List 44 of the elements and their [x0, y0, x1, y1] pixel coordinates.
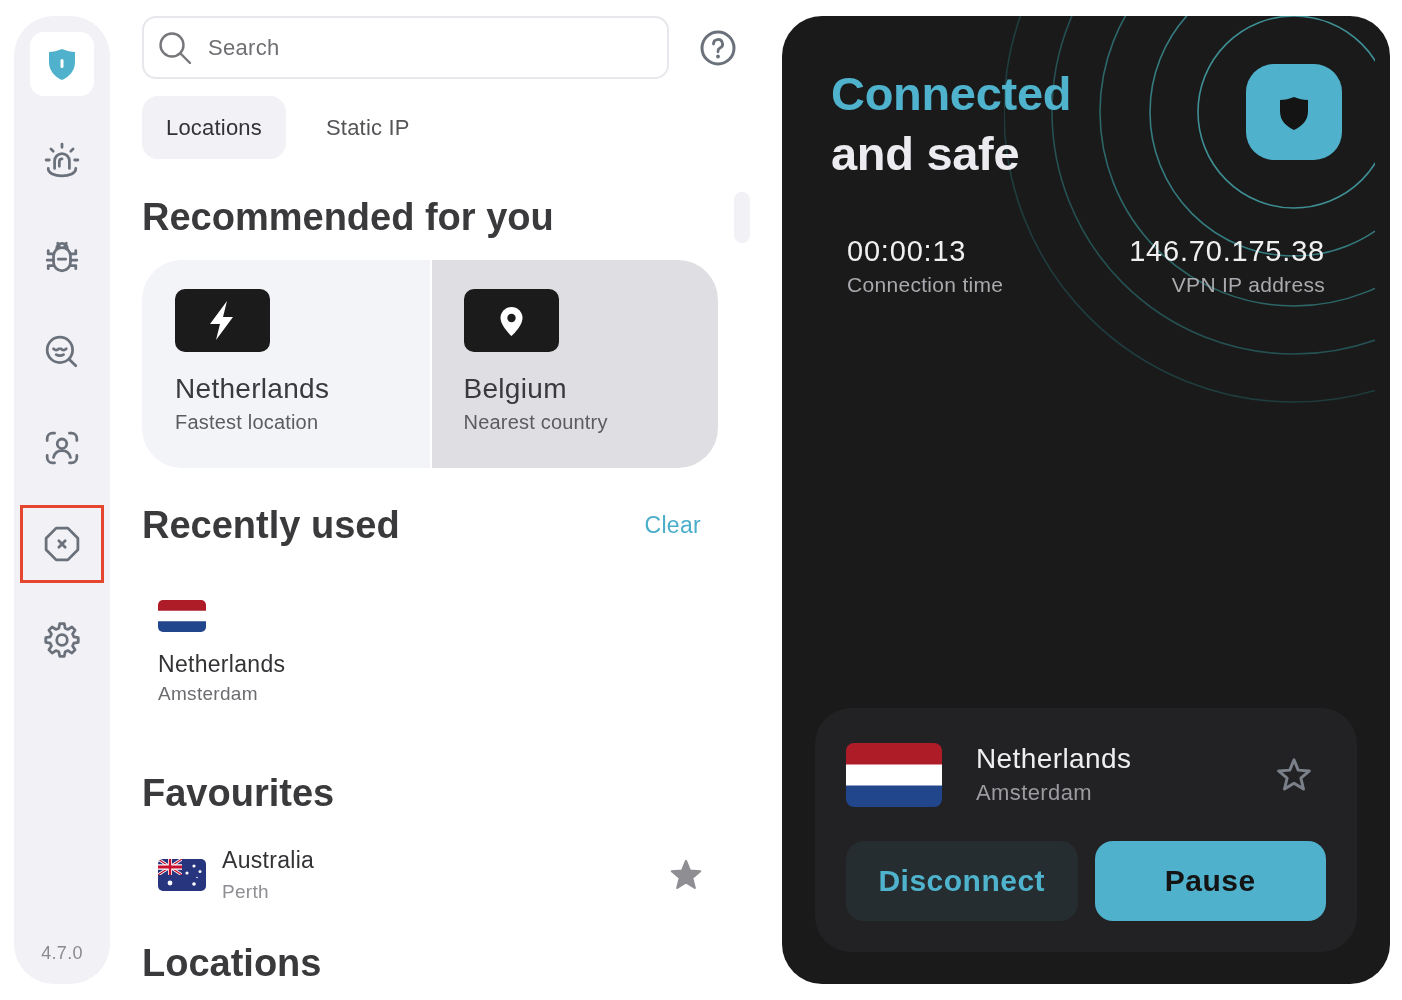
stat-label: VPN IP address [1171, 272, 1325, 298]
status-heading: Connected and safe [831, 66, 1072, 182]
section-heading: Favourites [142, 771, 335, 816]
user-scan-icon [44, 430, 80, 466]
city-name: Amsterdam [158, 682, 258, 706]
location-subtitle: Fastest location [175, 410, 319, 434]
flag-icon [846, 742, 942, 807]
sidebar-button[interactable] [20, 505, 104, 583]
connection-time: 00:00:13 [847, 234, 967, 269]
section-heading: Recommended for you [142, 195, 554, 240]
location-card[interactable]: Netherlands Fastest location [142, 260, 430, 468]
star-icon[interactable] [1276, 756, 1312, 793]
ip-address: 146.70.175.38 [1129, 234, 1325, 269]
location-name[interactable]: Netherlands [158, 650, 286, 678]
help-icon[interactable] [700, 29, 736, 66]
location-subtitle: Nearest country [463, 410, 608, 434]
star-icon[interactable] [670, 859, 702, 891]
version-label: 4.7.0 [41, 942, 83, 965]
section-heading: Recently used [142, 503, 400, 548]
settings-icon [44, 622, 80, 658]
bolt-icon [175, 289, 270, 352]
city-name: Amsterdam [976, 779, 1093, 807]
shield-icon[interactable] [1246, 64, 1342, 160]
flag-icon [158, 600, 206, 632]
magnifier-face-icon [44, 334, 80, 370]
location-name: Netherlands [976, 742, 1132, 776]
city-name: Perth [222, 880, 269, 904]
section-heading: Locations [142, 942, 322, 984]
tab[interactable]: Locations [142, 96, 286, 159]
tab[interactable]: Static IP [302, 96, 434, 159]
location-name[interactable]: Australia [222, 846, 315, 874]
search-field[interactable]: Search [142, 16, 669, 79]
siren-icon [44, 142, 80, 178]
stat-label: Connection time [847, 272, 1004, 298]
location-name: Belgium [463, 372, 567, 406]
location-card[interactable]: Belgium Nearest country [431, 260, 718, 468]
search-icon [158, 30, 192, 65]
disconnect-button[interactable]: Disconnect [846, 841, 1078, 921]
location-name: Netherlands [175, 372, 330, 406]
octagon-cross-icon [44, 526, 80, 562]
location-pin-icon [463, 289, 559, 352]
flag-icon [158, 859, 206, 891]
pause-button[interactable]: Pause [1094, 841, 1326, 921]
shield-logo-icon[interactable] [30, 32, 94, 96]
